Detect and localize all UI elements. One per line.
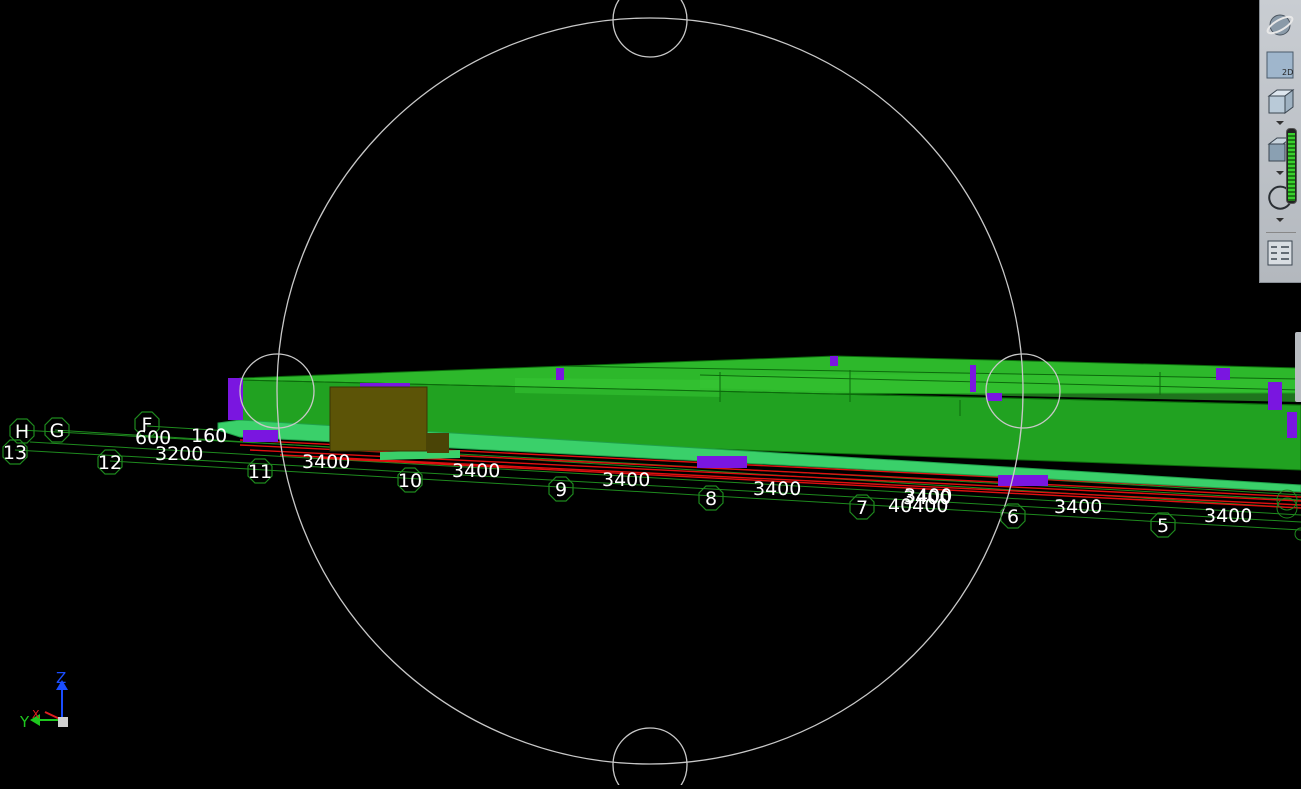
dim-span-label: 3400 — [302, 451, 350, 473]
grid-number-9-label: 9 — [555, 479, 567, 501]
wireframe-cube-icon — [1267, 89, 1295, 114]
2d-view-icon: 2D — [1266, 51, 1294, 79]
dim-label-3200: 3200 — [155, 443, 203, 465]
grid-number-12-label: 12 — [98, 452, 122, 474]
wireframe-view-button[interactable] — [1265, 86, 1295, 116]
axis-z-label: Z — [56, 669, 66, 687]
grid-number-7-label: 7 — [856, 497, 868, 519]
grid-letter-g-label: G — [50, 420, 65, 442]
rotate-dropdown-caret[interactable] — [1276, 218, 1284, 222]
wireframe-dropdown-caret[interactable] — [1276, 121, 1284, 125]
orbit-handle-bottom — [612, 727, 688, 789]
grid-number-5-label: 5 — [1157, 515, 1169, 537]
grid-number-10-label: 10 — [398, 470, 422, 492]
grid-number-8-label: 8 — [705, 488, 717, 510]
grid-number-6-label: 6 — [1007, 506, 1019, 528]
view-settings-button[interactable] — [1265, 238, 1295, 268]
orbit-handle-top — [612, 0, 688, 58]
axis-triad: Z Y X — [19, 669, 68, 731]
dim-span-label: 3400 — [753, 478, 801, 500]
2d-view-button[interactable]: 2D — [1265, 50, 1295, 80]
grid-number-13-label: 13 — [3, 442, 27, 464]
side-panel-tab[interactable] — [1295, 332, 1301, 402]
toolbar-divider — [1266, 232, 1296, 233]
model-canvas[interactable]: H G F13 12 11 10 9 8 7 6 5 600 1603200 3400 3400 3400 3… — [0, 0, 1301, 789]
dim-overlap-label: 40400 — [888, 495, 948, 517]
dim-span-label: 3400 — [1204, 505, 1252, 527]
shaded-dropdown-caret[interactable] — [1276, 171, 1284, 175]
zoom-slider[interactable] — [1286, 128, 1297, 204]
axis-y-label: Y — [19, 713, 30, 731]
orbit-globe-icon — [1266, 14, 1294, 36]
grid-number-11-label: 11 — [248, 461, 272, 483]
dim-span-label: 3400 — [602, 469, 650, 491]
axis-x-label: X — [32, 708, 40, 721]
view-settings-icon — [1267, 240, 1293, 266]
3d-viewport[interactable]: H G F 13 12 11 10 9 8 7 6 5 600 160 3200 3400 3400 3400 3… — [0, 0, 1301, 789]
dim-span-label: 3400 — [452, 460, 500, 482]
zoom-slider-fill — [1288, 132, 1295, 201]
dim-span-label: 3400 — [1054, 496, 1102, 518]
2d-view-label: 2D — [1282, 68, 1293, 77]
orbit-tool-button[interactable] — [1265, 10, 1295, 40]
